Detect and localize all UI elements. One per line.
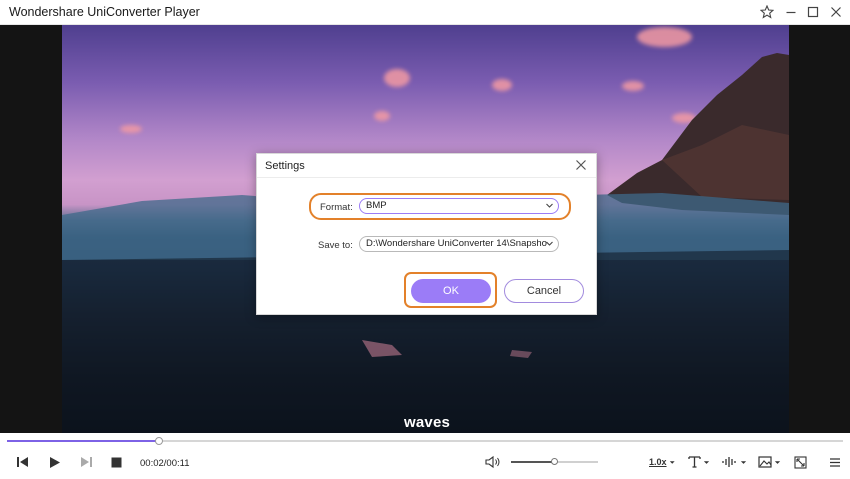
progress-handle[interactable] bbox=[155, 437, 164, 445]
dialog-title: Settings bbox=[265, 160, 305, 172]
subtitle-button[interactable] bbox=[686, 454, 712, 470]
volume-fill bbox=[511, 461, 555, 463]
snapshot-icon bbox=[757, 456, 772, 468]
format-select[interactable]: BMP bbox=[359, 198, 559, 214]
cancel-button[interactable]: Cancel bbox=[504, 279, 584, 303]
audio-track-button[interactable] bbox=[720, 454, 748, 470]
chevron-down-icon bbox=[774, 460, 780, 464]
chevron-down-icon bbox=[669, 460, 675, 464]
minimize-icon[interactable] bbox=[781, 3, 801, 21]
snapshot-button[interactable] bbox=[756, 454, 782, 470]
format-value: BMP bbox=[366, 200, 387, 211]
player-controls: 00:02/00:11 1.0x bbox=[0, 433, 850, 479]
volume-slider[interactable] bbox=[511, 458, 598, 465]
play-icon[interactable] bbox=[46, 454, 64, 470]
save-to-value: D:\Wondershare UniConverter 14\Snapsho bbox=[366, 238, 547, 249]
pin-icon[interactable] bbox=[757, 3, 777, 21]
subtitle-text: waves bbox=[404, 414, 451, 431]
speed-label: 1.0x bbox=[649, 457, 667, 467]
maximize-icon[interactable] bbox=[803, 3, 823, 21]
dialog-close-icon[interactable] bbox=[574, 158, 588, 172]
save-to-label: Save to: bbox=[318, 240, 353, 251]
audio-wave-icon bbox=[721, 457, 736, 467]
volume-handle[interactable] bbox=[551, 458, 558, 465]
chevron-down-icon bbox=[740, 460, 746, 464]
title-bar: Wondershare UniConverter Player bbox=[0, 0, 850, 25]
window-title: Wondershare UniConverter Player bbox=[9, 5, 200, 19]
speed-button[interactable]: 1.0x bbox=[649, 454, 675, 470]
chevron-down-icon bbox=[545, 201, 554, 210]
chevron-down-icon bbox=[545, 239, 554, 248]
save-to-select[interactable]: D:\Wondershare UniConverter 14\Snapsho bbox=[359, 236, 559, 252]
format-label: Format: bbox=[320, 202, 353, 213]
dialog-divider bbox=[257, 177, 596, 178]
subtitle-icon bbox=[688, 456, 701, 468]
time-display: 00:02/00:11 bbox=[140, 458, 190, 469]
stop-icon[interactable] bbox=[107, 454, 125, 470]
volume-icon[interactable] bbox=[484, 454, 502, 470]
chevron-down-icon bbox=[703, 460, 710, 464]
previous-icon[interactable] bbox=[14, 454, 32, 470]
playlist-icon[interactable] bbox=[827, 454, 843, 470]
next-icon[interactable] bbox=[77, 454, 95, 470]
ok-button[interactable]: OK bbox=[411, 279, 491, 303]
progress-fill bbox=[7, 440, 160, 442]
progress-bar[interactable] bbox=[7, 437, 843, 445]
close-icon[interactable] bbox=[826, 3, 846, 21]
fullscreen-icon[interactable] bbox=[791, 454, 809, 470]
